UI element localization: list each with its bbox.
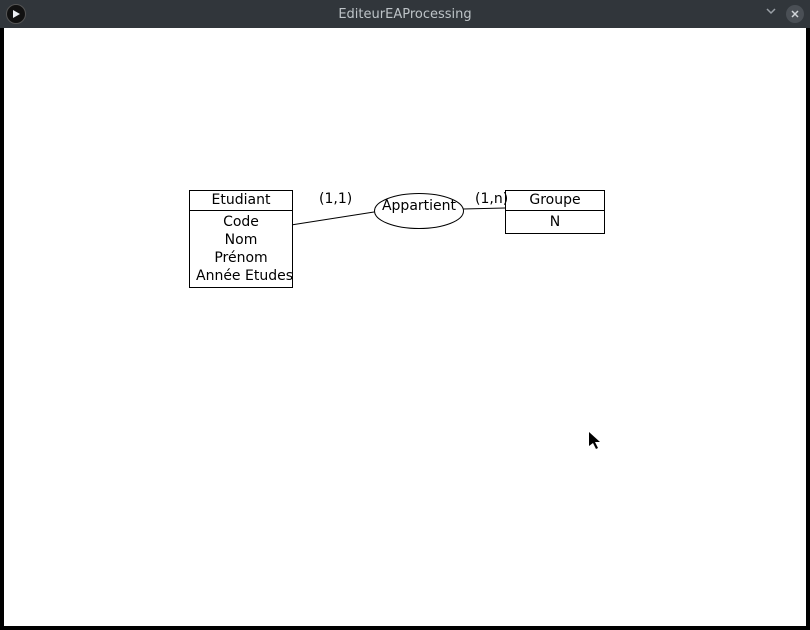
close-icon[interactable]	[786, 5, 804, 23]
entity-name: Groupe	[506, 191, 604, 211]
window-title: EditeurEAProcessing	[0, 7, 810, 22]
entity-attribute: Année Etudes	[196, 267, 286, 285]
relationship-name: Appartient	[382, 198, 456, 224]
entity-attribute: N	[512, 213, 598, 231]
entity-name: Etudiant	[190, 191, 292, 211]
entity-etudiant[interactable]: Etudiant Code Nom Prénom Année Etudes	[189, 190, 293, 288]
relationship-appartient[interactable]: Appartient	[374, 193, 464, 229]
entity-attribute: Code	[196, 213, 286, 231]
cardinality-etudiant-appartient: (1,1)	[319, 191, 352, 207]
titlebar: EditeurEAProcessing	[0, 0, 810, 28]
chevron-down-icon[interactable]	[764, 4, 778, 23]
edge-appartient-groupe	[463, 208, 505, 209]
entity-groupe[interactable]: Groupe N	[505, 190, 605, 234]
entity-attribute: Prénom	[196, 249, 286, 267]
entity-attribute: Nom	[196, 231, 286, 249]
play-icon[interactable]	[6, 4, 26, 24]
mouse-cursor-icon	[589, 432, 603, 450]
cardinality-appartient-groupe: (1,n)	[475, 191, 508, 207]
app-window: EditeurEAProcessing Etudiant	[0, 0, 810, 630]
diagram-canvas[interactable]: Etudiant Code Nom Prénom Année Etudes Gr…	[4, 28, 806, 626]
edge-etudiant-appartient	[291, 212, 374, 225]
edge-layer	[4, 28, 806, 626]
entity-attributes: Code Nom Prénom Année Etudes	[190, 211, 292, 287]
entity-attributes: N	[506, 211, 604, 233]
